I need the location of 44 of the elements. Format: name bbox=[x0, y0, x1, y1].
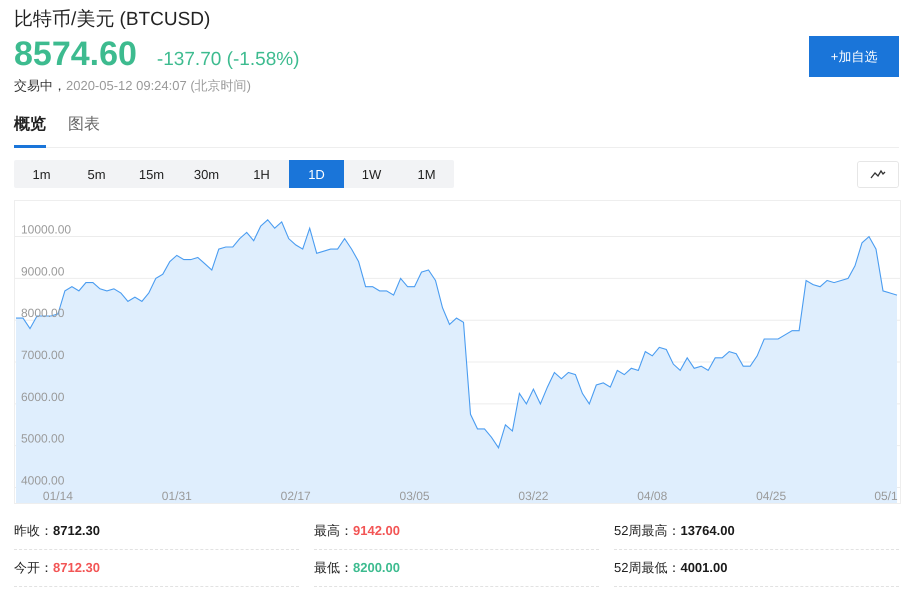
x-axis-label: 03/22 bbox=[518, 489, 548, 503]
interval-button[interactable]: 1M bbox=[399, 160, 454, 188]
page-title: 比特币/美元 (BTCUSD) bbox=[14, 8, 212, 32]
stat-value: 4001.00 bbox=[680, 560, 728, 575]
x-axis-label: 01/31 bbox=[162, 489, 192, 503]
stat-value: 8200.00 bbox=[353, 560, 400, 575]
y-axis-label: 10000.00 bbox=[21, 222, 72, 237]
interval-button[interactable]: 1H bbox=[234, 160, 289, 188]
x-axis-label: 03/05 bbox=[400, 489, 430, 503]
interval-button[interactable]: 1m bbox=[14, 160, 69, 188]
interval-button[interactable]: 15m bbox=[124, 160, 179, 188]
y-axis-label: 7000.00 bbox=[21, 348, 64, 362]
tab[interactable]: 概览 bbox=[14, 108, 46, 148]
stat-label: 最高： bbox=[314, 523, 353, 538]
stat-label: 昨收： bbox=[14, 523, 53, 538]
y-axis-label: 5000.00 bbox=[21, 432, 64, 446]
interval-button[interactable]: 1W bbox=[344, 160, 399, 188]
stat-label: 最低： bbox=[314, 560, 353, 575]
x-axis-label: 04/25 bbox=[756, 489, 786, 503]
x-axis-label: 05/1 bbox=[874, 489, 898, 503]
x-axis-label: 02/17 bbox=[280, 489, 311, 503]
x-axis-label: 04/08 bbox=[637, 489, 668, 503]
stat-value: 8712.30 bbox=[53, 523, 100, 538]
price-change: -137.70 (-1.58%) bbox=[156, 49, 300, 71]
tab[interactable]: 图表 bbox=[68, 108, 100, 148]
interval-button[interactable]: 1D bbox=[289, 160, 344, 188]
stat-value: 9142.00 bbox=[353, 523, 400, 538]
chart-type-button[interactable] bbox=[857, 160, 899, 188]
interval-button[interactable]: 5m bbox=[69, 160, 124, 188]
add-watchlist-button[interactable]: +加自选 bbox=[809, 36, 899, 77]
y-axis-label: 6000.00 bbox=[21, 390, 64, 404]
trading-status: 交易中， bbox=[14, 78, 66, 93]
stat-label: 今开： bbox=[14, 560, 53, 575]
stat-value: 13764.00 bbox=[680, 523, 735, 538]
y-axis-label: 9000.00 bbox=[21, 264, 64, 278]
x-axis-label: 01/14 bbox=[42, 489, 73, 503]
y-axis-label: 4000.00 bbox=[21, 474, 64, 488]
stat-value: 8712.30 bbox=[53, 560, 100, 575]
timestamp: 2020-05-12 09:24:07 (北京时间) bbox=[66, 78, 251, 93]
price: 8574.60 bbox=[14, 35, 137, 74]
line-chart-icon bbox=[870, 169, 886, 179]
stat-label: 52周最低： bbox=[614, 560, 680, 575]
interval-button[interactable]: 30m bbox=[179, 160, 234, 188]
stat-label: 52周最高： bbox=[614, 523, 680, 538]
